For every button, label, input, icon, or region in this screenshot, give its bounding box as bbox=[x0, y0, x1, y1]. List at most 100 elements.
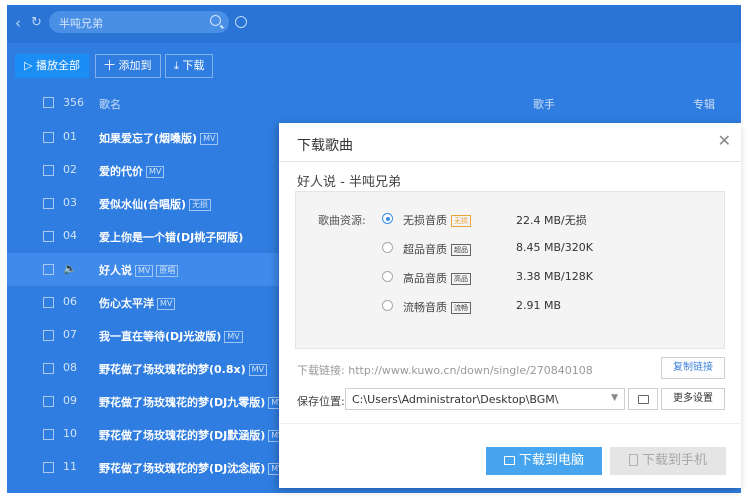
quality-tag-badge: 高品 bbox=[451, 273, 471, 285]
song-title[interactable]: 爱的代价 bbox=[99, 165, 143, 178]
song-tag-badge: MV bbox=[200, 133, 219, 145]
more-settings-button[interactable]: 更多设置 bbox=[661, 388, 725, 410]
link-url[interactable]: http://www.kuwo.cn/down/single/270840108 bbox=[348, 364, 593, 377]
row-checkbox[interactable] bbox=[43, 231, 54, 242]
song-title-wrap[interactable]: 伤心太平洋 MV bbox=[99, 295, 176, 311]
row-checkbox[interactable] bbox=[43, 264, 54, 275]
download-to-pc-label: 下载到电脑 bbox=[518, 453, 584, 468]
toolbar: ▷ 播放全部 十 添加到 ⤓ 下载 bbox=[7, 43, 741, 85]
quality-radio[interactable] bbox=[382, 300, 393, 311]
play-all-button[interactable]: ▷ 播放全部 bbox=[15, 54, 89, 78]
quality-name-wrap: 高品音质 高品 bbox=[403, 270, 471, 286]
quality-name-wrap: 超品音质 超品 bbox=[403, 241, 471, 257]
search-input[interactable]: 半吨兄弟 bbox=[59, 15, 103, 31]
quality-option[interactable]: 高品音质 高品 3.38 MB/128K bbox=[382, 268, 702, 288]
quality-size: 8.45 MB/320K bbox=[516, 241, 593, 254]
copy-link-button[interactable]: 复制链接 bbox=[661, 357, 725, 379]
song-title-wrap[interactable]: 野花做了场玫瑰花的梦(DJ沈念版) MV bbox=[99, 460, 287, 476]
song-title-wrap[interactable]: 野花做了场玫瑰花的梦(DJ默涵版) MV bbox=[99, 427, 287, 443]
song-tag-badge: MV bbox=[146, 166, 165, 178]
quality-size: 3.38 MB/128K bbox=[516, 270, 593, 283]
refresh-icon[interactable]: ↻ bbox=[31, 14, 42, 32]
quality-tag-badge: 无损 bbox=[451, 215, 471, 227]
back-icon[interactable]: ‹ bbox=[15, 14, 21, 32]
quality-tag-badge: 流畅 bbox=[451, 302, 471, 314]
song-title-wrap[interactable]: 如果爱忘了(烟嗓版) MV bbox=[99, 130, 219, 146]
folder-icon bbox=[638, 395, 649, 404]
quality-options-panel: 歌曲资源: 无损音质 无损 22.4 MB/无损 超品音质 超品 8.45 MB/320K… bbox=[295, 191, 725, 349]
song-number: 09 bbox=[63, 394, 77, 407]
phone-icon bbox=[628, 454, 638, 466]
download-to-mobile-button[interactable]: 下载到手机 bbox=[610, 447, 726, 475]
song-title[interactable]: 爱似水仙(合唱版) bbox=[99, 198, 186, 211]
column-artist[interactable]: 歌手 bbox=[533, 96, 555, 112]
download-to-pc-button[interactable]: 下载到电脑 bbox=[486, 447, 602, 475]
song-title[interactable]: 野花做了场玫瑰花的梦(DJ九零版) bbox=[99, 396, 265, 409]
song-title[interactable]: 我一直在等待(DJ光波版) bbox=[99, 330, 221, 343]
song-number: 11 bbox=[63, 460, 77, 473]
chevron-down-icon[interactable]: ▼ bbox=[611, 393, 618, 403]
song-title[interactable]: 野花做了场玫瑰花的梦(DJ默涵版) bbox=[99, 429, 265, 442]
song-title-wrap[interactable]: 野花做了场玫瑰花的梦(DJ九零版) MV bbox=[99, 394, 287, 410]
save-path-value: C:\Users\Administrator\Desktop\BGM\ bbox=[352, 393, 559, 406]
close-icon[interactable]: ✕ bbox=[718, 133, 731, 149]
song-tag-badge: MV bbox=[157, 298, 176, 310]
row-checkbox[interactable] bbox=[43, 330, 54, 341]
song-number: 01 bbox=[63, 130, 77, 143]
song-title[interactable]: 伤心太平洋 bbox=[99, 297, 154, 310]
song-title-wrap[interactable]: 好人说 MV 原唱 bbox=[99, 262, 179, 278]
speaker-icon: 🔈 bbox=[63, 262, 77, 275]
column-title[interactable]: 歌名 bbox=[99, 96, 121, 112]
quality-tag-badge: 超品 bbox=[451, 244, 471, 256]
row-checkbox[interactable] bbox=[43, 297, 54, 308]
dialog-title: 下载歌曲 bbox=[297, 138, 353, 154]
row-checkbox[interactable] bbox=[43, 198, 54, 209]
row-checkbox[interactable] bbox=[43, 396, 54, 407]
row-checkbox[interactable] bbox=[43, 462, 54, 473]
quality-option[interactable]: 流畅音质 流畅 2.91 MB bbox=[382, 297, 702, 317]
quality-size: 2.91 MB bbox=[516, 299, 562, 312]
quality-name: 流畅音质 bbox=[403, 301, 447, 314]
row-checkbox[interactable] bbox=[43, 363, 54, 374]
column-album[interactable]: 专辑 bbox=[693, 96, 715, 112]
download-button[interactable]: ⤓ 下载 bbox=[165, 54, 214, 78]
song-title-wrap[interactable]: 爱上你是一个错(DJ桃子阿版) bbox=[99, 229, 243, 245]
song-tag-badge: MV bbox=[224, 331, 243, 343]
row-checkbox[interactable] bbox=[43, 165, 54, 176]
list-header: 356 歌名 歌手 专辑 bbox=[7, 89, 741, 117]
quality-radio[interactable] bbox=[382, 271, 393, 282]
add-to-button[interactable]: 十 添加到 bbox=[95, 54, 161, 78]
link-label: 下载链接: bbox=[297, 364, 345, 377]
row-checkbox[interactable] bbox=[43, 132, 54, 143]
divider bbox=[279, 423, 741, 424]
quality-radio[interactable] bbox=[382, 242, 393, 253]
song-number: 10 bbox=[63, 427, 77, 440]
song-title-wrap[interactable]: 爱似水仙(合唱版) 无损 bbox=[99, 196, 212, 212]
song-title[interactable]: 爱上你是一个错(DJ桃子阿版) bbox=[99, 231, 243, 244]
browse-folder-button[interactable] bbox=[628, 388, 658, 410]
song-title-wrap[interactable]: 我一直在等待(DJ光波版) MV bbox=[99, 328, 243, 344]
song-number: 08 bbox=[63, 361, 77, 374]
select-all-checkbox[interactable] bbox=[43, 97, 54, 108]
song-title[interactable]: 好人说 bbox=[99, 264, 132, 277]
quality-name: 超品音质 bbox=[403, 243, 447, 256]
quality-name: 高品音质 bbox=[403, 272, 447, 285]
song-title-wrap[interactable]: 爱的代价 MV bbox=[99, 163, 165, 179]
song-title[interactable]: 野花做了场玫瑰花的梦(DJ沈念版) bbox=[99, 462, 265, 475]
song-title-wrap[interactable]: 野花做了场玫瑰花的梦(0.8x) MV bbox=[99, 361, 268, 377]
song-tag-badge: MV bbox=[135, 265, 154, 277]
search-box[interactable]: 半吨兄弟 bbox=[49, 11, 229, 33]
song-title[interactable]: 如果爱忘了(烟嗓版) bbox=[99, 132, 197, 145]
quality-name-wrap: 流畅音质 流畅 bbox=[403, 299, 471, 315]
download-dialog: 下载歌曲 ✕ 好人说 - 半吨兄弟 歌曲资源: 无损音质 无损 22.4 MB/无损… bbox=[279, 123, 741, 488]
quality-option[interactable]: 无损音质 无损 22.4 MB/无损 bbox=[382, 210, 702, 230]
save-path-select[interactable]: C:\Users\Administrator\Desktop\BGM\ ▼ bbox=[345, 388, 625, 410]
listen-recognize-icon[interactable] bbox=[235, 16, 247, 28]
song-title[interactable]: 野花做了场玫瑰花的梦(0.8x) bbox=[99, 363, 246, 376]
monitor-icon bbox=[503, 456, 515, 465]
search-icon[interactable] bbox=[210, 15, 221, 26]
quality-option[interactable]: 超品音质 超品 8.45 MB/320K bbox=[382, 239, 702, 259]
quality-name: 无损音质 bbox=[403, 214, 447, 227]
row-checkbox[interactable] bbox=[43, 429, 54, 440]
quality-radio[interactable] bbox=[382, 213, 393, 224]
